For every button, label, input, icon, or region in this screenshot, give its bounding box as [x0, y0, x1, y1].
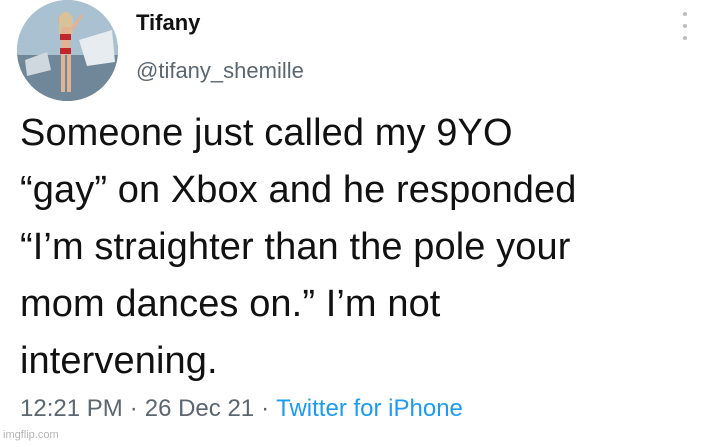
- more-dot: [683, 12, 687, 16]
- watermark: imgflip.com: [3, 429, 59, 441]
- tweet-card: Tifany @tifany_shemille Someone just cal…: [0, 0, 720, 447]
- meta-separator: ·: [129, 395, 138, 422]
- avatar[interactable]: [17, 0, 118, 101]
- profile-photo-icon: [17, 0, 118, 101]
- tweet-text: Someone just called my 9YO “gay” on Xbox…: [20, 112, 577, 382]
- tweet-source-link[interactable]: Twitter for iPhone: [276, 395, 463, 423]
- more-dot: [683, 24, 687, 28]
- tweet-time[interactable]: 12:21 PM: [20, 395, 123, 423]
- user-handle[interactable]: @tifany_shemille: [136, 58, 304, 84]
- more-vertical-icon[interactable]: [675, 12, 695, 40]
- tweet-meta: 12:21 PM · 26 Dec 21 · Twitter for iPhon…: [20, 393, 463, 425]
- tweet-date[interactable]: 26 Dec 21: [145, 395, 254, 423]
- display-name[interactable]: Tifany: [136, 10, 200, 36]
- more-dot: [683, 36, 687, 40]
- meta-separator: ·: [261, 395, 270, 422]
